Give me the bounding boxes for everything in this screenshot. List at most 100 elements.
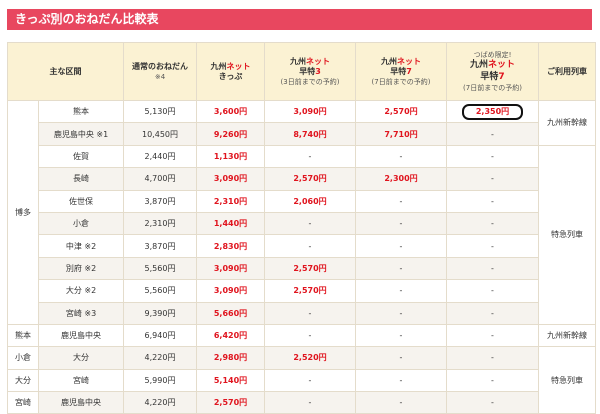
haya7-price-cell: - xyxy=(355,323,447,348)
net-price-cell: 5,660円 xyxy=(196,301,265,325)
tsubame-price-cell: - xyxy=(446,391,539,414)
h7-note: (7日前までの予約) xyxy=(371,77,431,86)
net-price-cell: 3,600円 xyxy=(196,99,265,124)
tsubame-price-cell: - xyxy=(446,211,539,236)
normal-price-cell: 3,870円 xyxy=(123,189,197,213)
haya3-price-cell: 2,520円 xyxy=(264,346,356,370)
table-row: 博多 熊本 5,130円 3,600円 3,090円 2,570円 2,350円… xyxy=(7,99,596,325)
normal-price-cell: 4,220円 xyxy=(123,391,197,414)
net-price-cell: 1,440円 xyxy=(196,211,265,236)
net-price-cell: 2,830円 xyxy=(196,234,265,258)
tsubame-price-cell: - xyxy=(446,301,539,325)
header-normal-price: 通常のおねだん ※4 xyxy=(123,42,197,101)
origin-hakata: 博多 xyxy=(7,100,39,325)
table-row: 佐賀 2,440円 1,130円 - - - 特急列車 xyxy=(8,144,596,325)
h3-b: ネット xyxy=(306,56,330,66)
table-row: 宮崎 鹿児島中央 4,220円 2,570円 - - - xyxy=(7,391,596,414)
normal-price-cell: 5,560円 xyxy=(123,256,197,281)
ts-limited: つばめ限定! xyxy=(473,51,512,60)
fare-comparison-table: 主な区間 通常のおねだん ※4 九州ネット きっぷ 九州ネット 早特3 (3日前… xyxy=(7,42,596,414)
dest-cell: 宮崎 xyxy=(38,368,124,393)
dest-cell: 佐賀 xyxy=(38,144,124,169)
normal-price-cell: 2,310円 xyxy=(123,211,197,236)
normal-price-cell: 5,990円 xyxy=(123,368,197,393)
haya3-price-cell: 8,740円 xyxy=(264,122,356,146)
header-tsubame: つばめ限定! 九州ネット 早特7 (7日前までの予約) xyxy=(446,42,539,101)
dest-cell: 大分 ※2 xyxy=(38,279,124,303)
dest-cell: 佐世保 xyxy=(38,189,124,213)
h-net-c: きっぷ xyxy=(218,71,243,81)
net-price-cell: 3,090円 xyxy=(196,256,265,281)
h7-b: ネット xyxy=(397,56,421,66)
h7-c: 早特 xyxy=(390,66,407,76)
train-shinkansen: 九州新幹線 xyxy=(538,100,596,146)
dest-cell: 大分 xyxy=(38,346,124,370)
net-price-cell: 5,140円 xyxy=(196,368,265,393)
h7-a: 九州 xyxy=(381,56,397,66)
net-price-cell: 6,420円 xyxy=(196,323,265,348)
origin-oita: 大分 xyxy=(7,368,39,393)
normal-price-cell: 4,220円 xyxy=(123,346,197,370)
table-header-row: 主な区間 通常のおねだん ※4 九州ネット きっぷ 九州ネット 早特3 (3日前… xyxy=(7,42,596,101)
normal-price-cell: 5,130円 xyxy=(123,99,197,124)
tsubame-price-cell: - xyxy=(446,279,539,303)
haya7-price-cell: - xyxy=(355,301,447,325)
tsubame-price-cell: - xyxy=(446,234,539,258)
tsubame-price-cell: - xyxy=(446,144,539,169)
ts-note: (7日前までの予約) xyxy=(463,83,522,92)
header-haya7: 九州ネット 早特7 (7日前までの予約) xyxy=(355,42,447,101)
haya7-price-cell: - xyxy=(355,144,447,169)
haya3-price-cell: - xyxy=(264,211,356,236)
normal-price-cell: 2,440円 xyxy=(123,144,197,169)
haya3-price-cell: 3,090円 xyxy=(264,99,356,124)
train-limited-express: 特急列車 xyxy=(538,346,596,414)
header-section-label: 主な区間 xyxy=(49,66,82,76)
h3-c: 早特 xyxy=(299,66,316,76)
net-price-cell: 2,980円 xyxy=(196,346,265,370)
haya3-price-cell: 2,060円 xyxy=(264,189,356,213)
tsubame-price-cell: 2,350円 xyxy=(446,99,539,124)
h3-note: (3日前までの予約) xyxy=(280,77,340,86)
normal-price-cell: 9,390円 xyxy=(123,301,197,325)
haya7-price-cell: - xyxy=(355,234,447,258)
haya3-price-cell: - xyxy=(264,391,356,414)
train-shinkansen: 九州新幹線 xyxy=(538,323,596,348)
haya7-price-cell: - xyxy=(355,189,447,213)
tsubame-price-cell: - xyxy=(446,256,539,281)
h-net-a: 九州 xyxy=(210,61,227,71)
dest-cell: 別府 ※2 xyxy=(38,256,124,281)
haya7-price-cell: 2,300円 xyxy=(355,167,447,191)
haya7-price-cell: - xyxy=(355,279,447,303)
table-row: 長崎 4,700円 3,090円 2,570円 2,300円 - xyxy=(8,167,596,191)
table-row: 大分 宮崎 5,990円 5,140円 - - - xyxy=(7,368,596,393)
net-price-cell: 9,260円 xyxy=(196,122,265,146)
dest-cell: 鹿児島中央 xyxy=(38,391,124,414)
circled-highlight: 2,350円 xyxy=(461,103,524,120)
table-row: 宮崎 ※3 9,390円 5,660円 - - - xyxy=(8,301,596,325)
net-price-cell: 1,130円 xyxy=(196,144,265,169)
h7-d: 7 xyxy=(406,66,412,76)
page-title: きっぷ別のおねだん比較表 xyxy=(7,9,592,30)
dest-cell: 鹿児島中央 ※1 xyxy=(38,122,124,146)
ts-c: 早特 xyxy=(480,71,499,82)
table-row: 小倉 大分 4,220円 2,980円 2,520円 - - 特急列車 xyxy=(7,346,596,414)
tsubame-price-cell: - xyxy=(446,346,539,370)
table-row: 中津 ※2 3,870円 2,830円 - - - xyxy=(8,234,596,258)
header-normal-label: 通常のおねだん xyxy=(132,61,188,71)
haya7-price-cell: - xyxy=(355,256,447,281)
header-section: 主な区間 xyxy=(7,42,124,101)
dest-cell: 熊本 xyxy=(38,99,124,124)
h-net-b: ネット xyxy=(226,61,251,71)
h3-d: 3 xyxy=(315,66,321,76)
normal-price-cell: 10,450円 xyxy=(123,122,197,146)
table-row: 熊本 鹿児島中央 6,940円 6,420円 - - - 九州新幹線 xyxy=(7,323,596,348)
table-row: 鹿児島中央 ※1 10,450円 9,260円 8,740円 7,710円 - xyxy=(8,122,596,146)
dest-cell: 中津 ※2 xyxy=(38,234,124,258)
haya7-price-cell: 7,710円 xyxy=(355,122,447,146)
haya7-price-cell: - xyxy=(355,391,447,414)
origin-kumamoto: 熊本 xyxy=(7,323,39,348)
normal-price-cell: 3,870円 xyxy=(123,234,197,258)
haya7-price-cell: 2,570円 xyxy=(355,99,447,124)
haya3-price-cell: - xyxy=(264,144,356,169)
net-price-cell: 2,570円 xyxy=(196,391,265,414)
